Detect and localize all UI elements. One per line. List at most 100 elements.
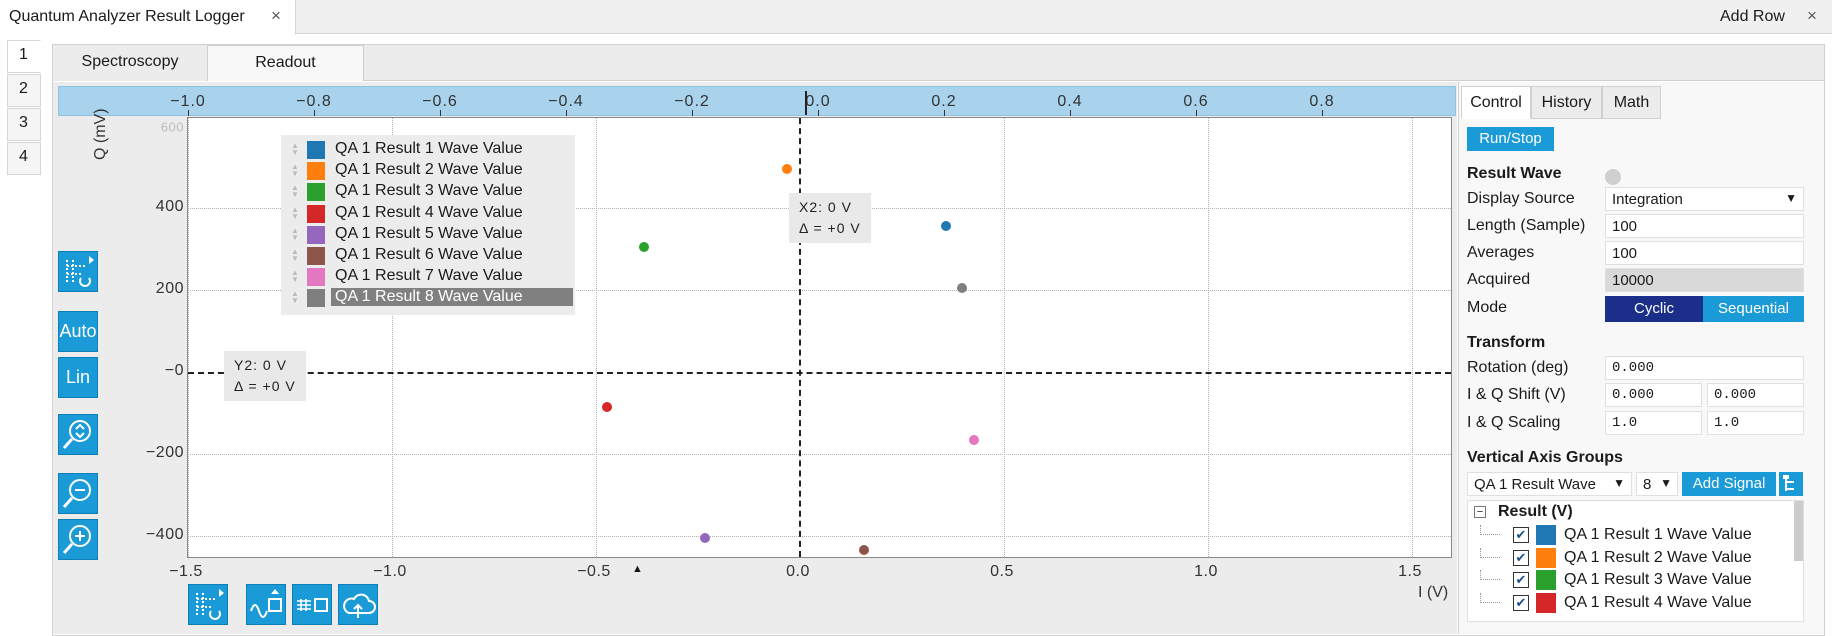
scatter-point-result-8 (957, 282, 968, 293)
row-tab-4[interactable]: 4 (7, 142, 41, 175)
tree-item[interactable]: ✔ QA 1 Result 2 Wave Value (1468, 547, 1788, 569)
tree-item[interactable]: ✔ QA 1 Result 1 Wave Value (1468, 525, 1788, 546)
zoom-fit-button[interactable] (58, 414, 98, 455)
cursor-config-button[interactable] (58, 251, 98, 292)
signal-count-value: 8 (1643, 476, 1652, 493)
save-table-button[interactable] (292, 584, 332, 625)
save-waveform-button[interactable] (246, 584, 286, 625)
legend-item[interactable]: ▲ ▼ QA 1 Result 4 Wave Value (281, 203, 575, 224)
add-signal-button[interactable]: Add Signal (1682, 472, 1776, 496)
top-axis-tick-label: 0.2 (931, 93, 957, 110)
signal-swatch (1536, 547, 1556, 568)
top-axis-tick (818, 110, 819, 116)
x-tick-label: 0.5 (990, 563, 1014, 580)
reorder-arrows-icon: ▲ ▼ (291, 225, 299, 242)
cursor-y-line[interactable] (188, 372, 1451, 374)
cursor-x-line[interactable] (799, 118, 801, 557)
tree-connector (1480, 547, 1500, 558)
plot-legend[interactable]: ▲ ▼ QA 1 Result 1 Wave Value ▲ ▼ QA 1 Result … (281, 135, 575, 315)
y-tick-label: −0 (164, 362, 184, 379)
length-input[interactable]: 100 (1605, 214, 1804, 238)
x-tick-label: −0.5 (577, 563, 611, 580)
display-source-value: Integration (1612, 191, 1683, 208)
tab-spectroscopy[interactable]: Spectroscopy (53, 45, 208, 81)
scaling-i-input[interactable]: 1.0 (1605, 411, 1702, 435)
chevron-down-icon: ▼ (1613, 476, 1625, 490)
zoom-out-button[interactable] (58, 473, 98, 514)
shift-q-input[interactable]: 0.000 (1707, 383, 1804, 407)
run-stop-button[interactable]: Run/Stop (1467, 127, 1554, 151)
legend-item[interactable]: ▲ ▼ QA 1 Result 3 Wave Value (281, 181, 575, 202)
tab-history[interactable]: History (1531, 86, 1602, 119)
tree-item[interactable]: ✔ QA 1 Result 3 Wave Value (1468, 570, 1788, 591)
signal-swatch (1536, 570, 1556, 590)
scaling-q-input[interactable]: 1.0 (1707, 411, 1804, 435)
tree-connector (1480, 592, 1500, 603)
row-tab-1[interactable]: 1 (7, 40, 41, 73)
legend-item[interactable]: ▲ ▼ QA 1 Result 6 Wave Value (281, 245, 575, 266)
cursor-y-readout: Y2: 0 V Δ = +0 V (224, 351, 306, 401)
close-row-icon[interactable]: × (1807, 6, 1817, 26)
tab-readout[interactable]: Readout (208, 45, 364, 81)
tree-connector (1480, 525, 1500, 535)
close-tab-icon[interactable]: × (271, 6, 281, 26)
upload-cloud-button[interactable] (338, 584, 378, 625)
tree-view-button[interactable] (1779, 472, 1803, 496)
result-wave-heading: Result Wave (1467, 165, 1562, 182)
signal-count-select[interactable]: 8 ▼ (1636, 472, 1678, 496)
zoom-fit-icon (62, 420, 91, 449)
mode-sequential-button[interactable]: Sequential (1703, 296, 1804, 322)
top-axis-bar[interactable] (58, 86, 1456, 116)
tab-math[interactable]: Math (1602, 86, 1661, 119)
reorder-arrows-icon: ▲ ▼ (291, 289, 299, 306)
top-axis-tick-label: −0.8 (296, 93, 332, 110)
row-tab-3[interactable]: 3 (7, 108, 41, 141)
shift-i-input[interactable]: 0.000 (1605, 383, 1702, 407)
acquired-label: Acquired (1467, 271, 1531, 288)
zoom-in-button[interactable] (58, 519, 98, 560)
cursor-settings-icon (66, 256, 94, 287)
lin-scale-button[interactable]: Lin (58, 357, 98, 398)
top-axis-tick-label: −0.4 (548, 93, 584, 110)
collapse-icon[interactable]: − (1474, 506, 1486, 518)
legend-swatch (307, 204, 325, 223)
axis-group-select[interactable]: QA 1 Result Wave ▼ (1467, 472, 1632, 496)
display-source-select[interactable]: Integration ▼ (1605, 187, 1804, 211)
y-tick-label-partial: 600 (160, 119, 184, 135)
y-tick-label: −400 (145, 526, 184, 543)
top-axis-tick-label: −0.6 (422, 93, 458, 110)
row-tab-2[interactable]: 2 (7, 74, 41, 107)
legend-item[interactable]: ▲ ▼ QA 1 Result 5 Wave Value (281, 224, 575, 245)
auto-scale-button[interactable]: Auto (58, 311, 98, 352)
legend-item[interactable]: ▲ ▼ QA 1 Result 7 Wave Value (281, 266, 575, 287)
signal-tree: − Result (V) ✔ QA 1 Result 1 Wave Value ✔ Q… (1467, 500, 1804, 622)
checkbox[interactable]: ✔ (1513, 549, 1529, 566)
checkbox[interactable]: ✔ (1513, 594, 1529, 611)
cursor-config-bottom-button[interactable] (188, 584, 228, 625)
top-axis-tick-label: 0.6 (1183, 93, 1209, 110)
legend-label: QA 1 Result 5 Wave Value (335, 224, 523, 242)
scatter-point-result-2 (781, 164, 792, 175)
mode-cyclic-button[interactable]: Cyclic (1605, 296, 1703, 322)
grid-line (188, 454, 1451, 455)
checkbox[interactable]: ✔ (1513, 572, 1529, 588)
tab-control[interactable]: Control (1461, 86, 1531, 119)
tree-item[interactable]: ✔ QA 1 Result 4 Wave Value (1468, 592, 1788, 614)
rotation-input[interactable]: 0.000 (1605, 356, 1804, 380)
top-axis-tick-label: 0.8 (1309, 93, 1335, 110)
top-axis-cursor-marker[interactable] (805, 91, 807, 115)
averages-input[interactable]: 100 (1605, 241, 1804, 265)
legend-item[interactable]: ▲ ▼ QA 1 Result 8 Wave Value (281, 287, 575, 308)
legend-item[interactable]: ▲ ▼ QA 1 Result 1 Wave Value (281, 139, 575, 160)
legend-item[interactable]: ▲ ▼ QA 1 Result 2 Wave Value (281, 160, 575, 181)
add-row-button[interactable]: Add Row (1720, 8, 1785, 26)
legend-label: QA 1 Result 7 Wave Value (335, 267, 523, 285)
grid-line (188, 118, 189, 557)
top-axis-tick-label: 0.4 (1057, 93, 1083, 110)
display-source-label: Display Source (1467, 190, 1575, 207)
tree-scrollbar[interactable] (1794, 501, 1803, 561)
grid-line (1412, 118, 1413, 557)
cursor-settings-icon (196, 589, 224, 620)
checkbox[interactable]: ✔ (1513, 527, 1529, 543)
top-axis-tick (1070, 110, 1071, 116)
